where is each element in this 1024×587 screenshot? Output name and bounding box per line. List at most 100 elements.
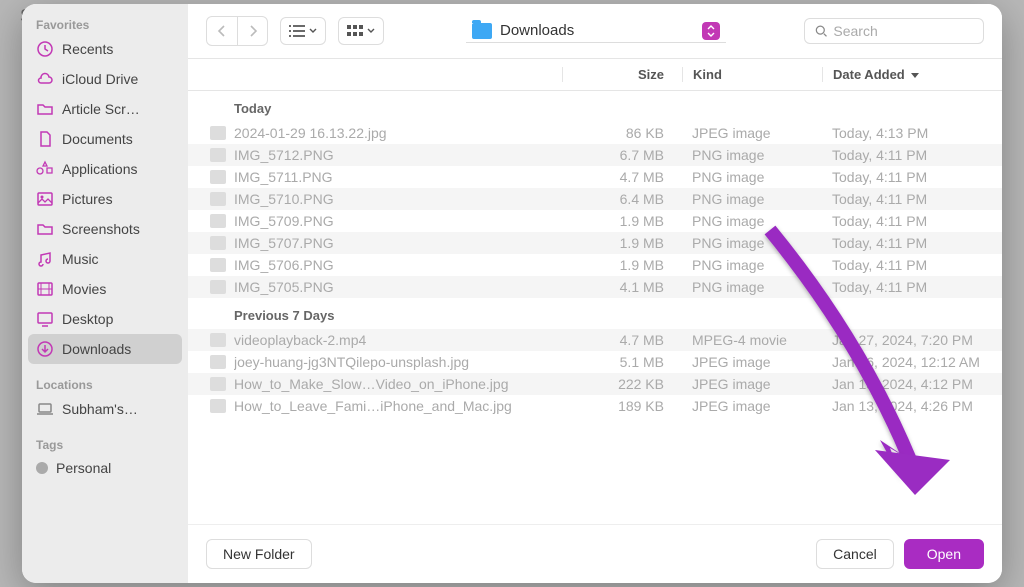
file-row[interactable]: IMG_5709.PNG1.9 MBPNG imageToday, 4:11 P… (188, 210, 1002, 232)
file-icon (210, 280, 226, 294)
sidebar-item-label: Article Scr… (62, 101, 140, 117)
sidebar-item-label: Desktop (62, 311, 113, 327)
sidebar-item-music[interactable]: Music (22, 244, 188, 274)
sidebar-item-applications[interactable]: Applications (22, 154, 188, 184)
col-kind-header[interactable]: Kind (682, 67, 822, 82)
sidebar-item-documents[interactable]: Documents (22, 124, 188, 154)
search-icon (815, 24, 827, 38)
file-date: Today, 4:11 PM (822, 169, 1002, 185)
file-icon (210, 192, 226, 206)
file-size: 222 KB (562, 376, 682, 392)
folder-icon (472, 23, 492, 39)
column-headers: Name Size Kind Date Added (188, 58, 1002, 91)
chevron-down-icon (309, 28, 317, 34)
file-row[interactable]: IMG_5705.PNG4.1 MBPNG imageToday, 4:11 P… (188, 276, 1002, 298)
sidebar-location[interactable]: Subham's… (22, 394, 188, 424)
file-name: IMG_5712.PNG (234, 147, 562, 163)
sidebar-item-pictures[interactable]: Pictures (22, 184, 188, 214)
file-row[interactable]: 2024-01-29 16.13.22.jpg86 KBJPEG imageTo… (188, 122, 1002, 144)
chevron-down-icon (367, 28, 375, 34)
file-size: 1.9 MB (562, 213, 682, 229)
file-name: joey-huang-jg3NTQilepo-unsplash.jpg (234, 354, 562, 370)
file-kind: PNG image (682, 147, 822, 163)
sidebar-item-movies[interactable]: Movies (22, 274, 188, 304)
file-name: IMG_5709.PNG (234, 213, 562, 229)
sidebar-item-desktop[interactable]: Desktop (22, 304, 188, 334)
file-name: videoplayback-2.mp4 (234, 332, 562, 348)
view-group-button[interactable] (338, 17, 384, 45)
sidebar-item-recents[interactable]: Recents (22, 34, 188, 64)
group-header: Previous 7 Days (188, 298, 1002, 329)
file-row[interactable]: IMG_5712.PNG6.7 MBPNG imageToday, 4:11 P… (188, 144, 1002, 166)
file-row[interactable]: How_to_Make_Slow…Video_on_iPhone.jpg222 … (188, 373, 1002, 395)
sidebar-item-label: Personal (56, 460, 111, 476)
file-row[interactable]: videoplayback-2.mp44.7 MBMPEG-4 movieJan… (188, 329, 1002, 351)
file-kind: PNG image (682, 191, 822, 207)
file-kind: JPEG image (682, 376, 822, 392)
file-open-dialog: Favorites Recents iCloud Drive Article Scr… (22, 4, 1002, 583)
sidebar-item-icloud-drive[interactable]: iCloud Drive (22, 64, 188, 94)
sidebar-tags-header: Tags (22, 434, 188, 454)
file-date: Today, 4:11 PM (822, 191, 1002, 207)
file-icon (210, 148, 226, 162)
file-date: Today, 4:11 PM (822, 279, 1002, 295)
file-name: IMG_5706.PNG (234, 257, 562, 273)
location-dropdown[interactable]: Downloads (466, 20, 726, 43)
sidebar-tag[interactable]: Personal (22, 454, 188, 482)
file-icon (210, 126, 226, 140)
file-list[interactable]: Today2024-01-29 16.13.22.jpg86 KBJPEG im… (188, 91, 1002, 524)
sidebar-item-screenshots[interactable]: Screenshots (22, 214, 188, 244)
open-button[interactable]: Open (904, 539, 984, 569)
file-kind: MPEG-4 movie (682, 332, 822, 348)
search-field[interactable] (804, 18, 984, 44)
desktop-icon (36, 310, 54, 328)
file-size: 6.4 MB (562, 191, 682, 207)
search-input[interactable] (833, 23, 973, 39)
grid-icon (347, 25, 363, 37)
file-kind: PNG image (682, 213, 822, 229)
file-icon (210, 236, 226, 250)
sidebar-item-downloads[interactable]: Downloads (28, 334, 182, 364)
sidebar-item-label: Downloads (62, 341, 131, 357)
sidebar-item-label: Movies (62, 281, 106, 297)
sidebar-item-label: Subham's… (62, 401, 138, 417)
cloud-icon (36, 70, 54, 88)
sidebar-favorites-header: Favorites (22, 14, 188, 34)
file-icon (210, 258, 226, 272)
file-date: Today, 4:11 PM (822, 213, 1002, 229)
music-icon (36, 250, 54, 268)
cancel-button[interactable]: Cancel (816, 539, 894, 569)
view-list-button[interactable] (280, 17, 326, 45)
file-size: 1.9 MB (562, 257, 682, 273)
file-name: IMG_5707.PNG (234, 235, 562, 251)
file-date: Jan 13, 2024, 4:26 PM (822, 398, 1002, 414)
folder-icon (36, 100, 54, 118)
file-row[interactable]: IMG_5710.PNG6.4 MBPNG imageToday, 4:11 P… (188, 188, 1002, 210)
sidebar-item-article-scr-[interactable]: Article Scr… (22, 94, 188, 124)
file-row[interactable]: joey-huang-jg3NTQilepo-unsplash.jpg5.1 M… (188, 351, 1002, 373)
file-size: 189 KB (562, 398, 682, 414)
file-date: Today, 4:11 PM (822, 147, 1002, 163)
back-button[interactable] (207, 17, 237, 45)
file-date: Today, 4:13 PM (822, 125, 1002, 141)
sidebar-item-label: Screenshots (62, 221, 140, 237)
file-row[interactable]: IMG_5707.PNG1.9 MBPNG imageToday, 4:11 P… (188, 232, 1002, 254)
sidebar-locations-header: Locations (22, 374, 188, 394)
file-row[interactable]: IMG_5711.PNG4.7 MBPNG imageToday, 4:11 P… (188, 166, 1002, 188)
col-size-header[interactable]: Size (562, 67, 682, 82)
document-icon (36, 130, 54, 148)
col-name-header[interactable]: Name (188, 67, 562, 82)
movies-icon (36, 280, 54, 298)
dialog-footer: New Folder Cancel Open (188, 524, 1002, 583)
file-name: How_to_Leave_Fami…iPhone_and_Mac.jpg (234, 398, 562, 414)
download-icon (36, 340, 54, 358)
new-folder-button[interactable]: New Folder (206, 539, 312, 569)
col-date-header[interactable]: Date Added (822, 67, 1002, 82)
sidebar-item-label: iCloud Drive (62, 71, 138, 87)
file-row[interactable]: IMG_5706.PNG1.9 MBPNG imageToday, 4:11 P… (188, 254, 1002, 276)
sidebar-item-label: Music (62, 251, 99, 267)
forward-button[interactable] (237, 17, 267, 45)
file-size: 4.1 MB (562, 279, 682, 295)
nav-buttons (206, 16, 268, 46)
file-row[interactable]: How_to_Leave_Fami…iPhone_and_Mac.jpg189 … (188, 395, 1002, 417)
